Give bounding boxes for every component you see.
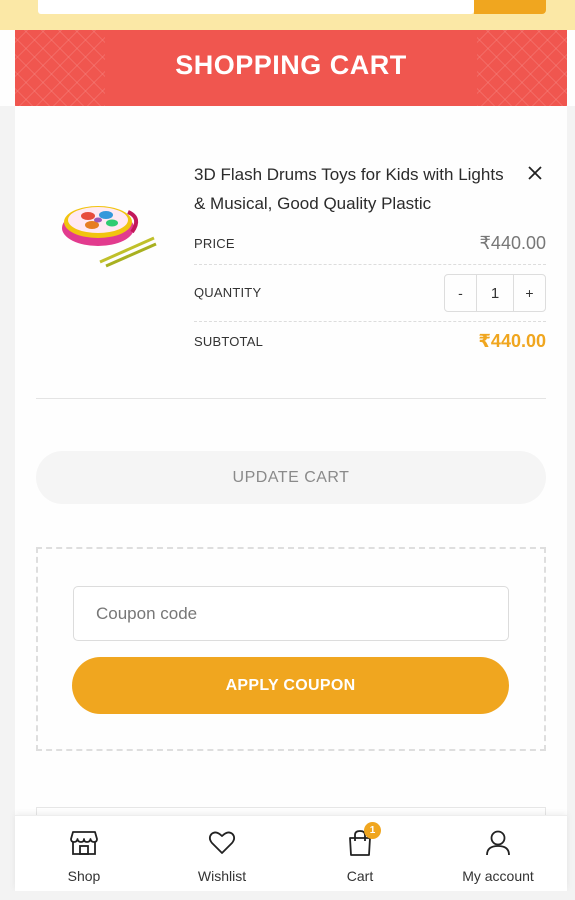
nav-my-account-label: My account [462, 868, 534, 884]
subtotal-label: SUBTOTAL [194, 334, 264, 349]
close-icon [528, 166, 542, 180]
nav-cart-label: Cart [346, 868, 374, 884]
bottom-navigation: Shop Wishlist 1 Cart My account [15, 815, 567, 891]
nav-shop-label: Shop [67, 868, 101, 884]
product-image[interactable] [58, 190, 158, 270]
page-banner: SHOPPING CART [15, 30, 567, 106]
nav-my-account[interactable]: My account [429, 816, 567, 891]
top-header-strip [0, 0, 575, 30]
apply-coupon-button[interactable]: APPLY COUPON [72, 657, 509, 714]
content-edge-left [0, 106, 15, 900]
price-label: PRICE [194, 236, 235, 251]
nav-cart[interactable]: 1 Cart [291, 816, 429, 891]
search-input[interactable] [38, 0, 474, 14]
shopping-bag-icon: 1 [345, 822, 381, 858]
page: SHOPPING CART 3D Flash Drums Toys for Ki… [0, 0, 575, 900]
page-title: SHOPPING CART [175, 50, 407, 80]
store-icon [69, 828, 99, 858]
subtotal-value: ₹440.00 [478, 331, 546, 351]
bottom-edge [0, 891, 575, 900]
heart-icon [207, 828, 237, 858]
quantity-decrease-button[interactable]: - [445, 275, 476, 311]
product-name[interactable]: 3D Flash Drums Toys for Kids with Lights… [194, 160, 514, 218]
cart-divider [36, 398, 546, 399]
coupon-section [36, 547, 546, 751]
nav-wishlist[interactable]: Wishlist [153, 816, 291, 891]
search-button[interactable] [474, 0, 546, 14]
quantity-label: QUANTITY [194, 285, 262, 300]
nav-shop[interactable]: Shop [15, 816, 153, 891]
price-value: ₹440.00 [479, 233, 546, 253]
remove-item-button[interactable] [522, 160, 548, 186]
quantity-input[interactable]: 1 [476, 275, 514, 311]
content-edge-right [567, 106, 575, 900]
user-icon [483, 828, 513, 858]
update-cart-button[interactable]: UPDATE CART [36, 451, 546, 504]
row-divider [194, 321, 546, 322]
quantity-increase-button[interactable]: + [514, 275, 545, 311]
nav-wishlist-label: Wishlist [197, 868, 247, 884]
cart-count-badge: 1 [364, 822, 381, 839]
coupon-code-input[interactable] [73, 586, 509, 641]
quantity-stepper: - 1 + [444, 274, 546, 312]
row-divider [194, 264, 546, 265]
